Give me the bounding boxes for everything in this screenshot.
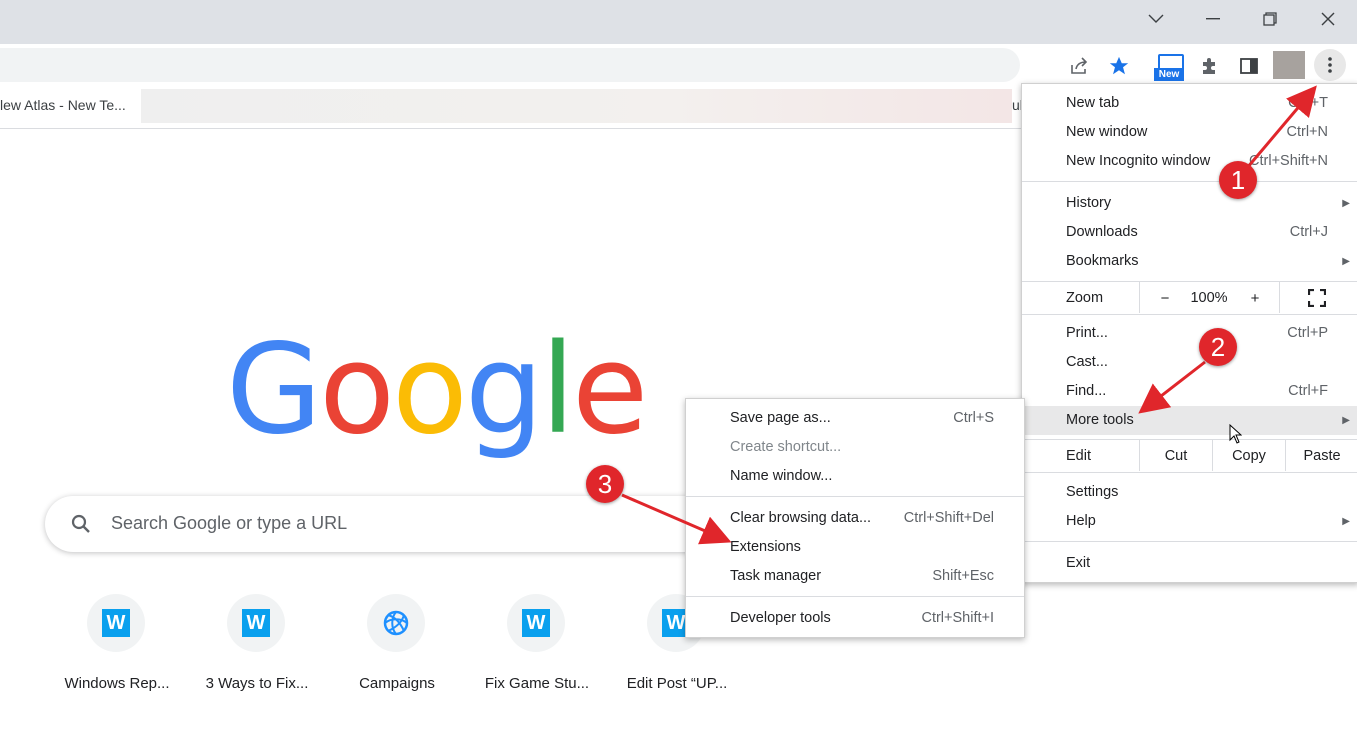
step-badge-3: 3: [586, 465, 624, 503]
arrow-to-extensions: [621, 493, 732, 545]
arrow-to-menu-button: [1245, 85, 1317, 169]
arrow-to-more-tools: [1138, 360, 1206, 414]
step-badge-1: 1: [1219, 161, 1257, 199]
step-badge-2: 2: [1199, 328, 1237, 366]
annotation-arrows: [621, 85, 1317, 545]
